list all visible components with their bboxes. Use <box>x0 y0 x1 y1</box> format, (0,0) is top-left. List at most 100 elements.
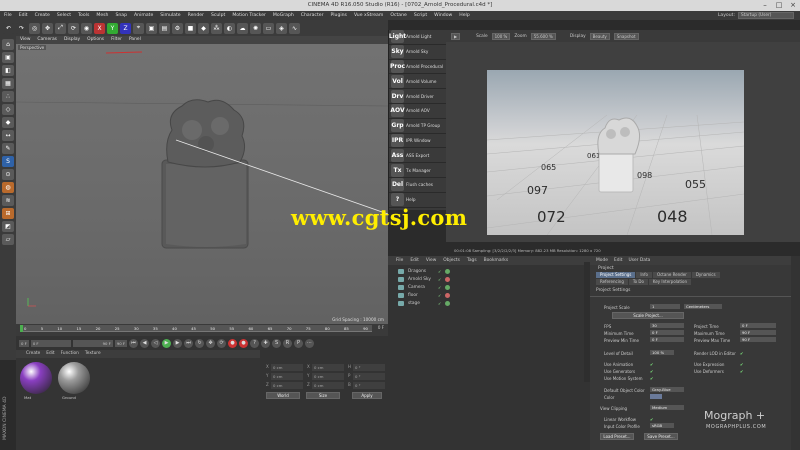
object-row[interactable]: Arnold Sky ✓ <box>388 275 590 283</box>
play-backwards-icon[interactable]: ◁ <box>151 338 161 348</box>
attribute-tab[interactable]: Referencing <box>596 279 628 285</box>
coord-field[interactable]: 0 cm <box>271 364 303 371</box>
menu-item[interactable]: Vue xStream <box>354 11 383 20</box>
arnold-shelf-item[interactable]: Proc Arnold Procedural <box>389 59 446 75</box>
lod-field[interactable]: 100 % <box>650 350 674 355</box>
edges-mode-icon[interactable]: ◇ <box>2 104 14 115</box>
arnold-shelf-item[interactable]: Vol Arnold Volume <box>389 74 446 90</box>
snapshot-button[interactable]: Snapshot <box>613 32 639 40</box>
max-frame-field[interactable]: 90 F <box>72 339 113 347</box>
fps-field[interactable]: 30 <box>650 323 684 328</box>
param-key-icon[interactable]: P <box>294 338 304 348</box>
attribute-menu-item[interactable]: Mode <box>596 256 608 265</box>
points-mode-icon[interactable]: ∴ <box>2 91 14 102</box>
attribute-menu-item[interactable]: User Data <box>628 256 650 265</box>
coord-field[interactable]: 0 cm <box>312 382 344 389</box>
object-menu-item[interactable]: Edit <box>410 256 419 265</box>
polygons-mode-icon[interactable]: ◆ <box>2 117 14 128</box>
menu-item[interactable]: Snap <box>115 11 127 20</box>
workplane-icon[interactable]: ▦ <box>2 78 14 89</box>
enable-snap-icon[interactable]: ⊙ <box>2 169 14 180</box>
min-frame-field[interactable]: 0 F <box>30 339 71 347</box>
material-swatch[interactable]: Mat <box>18 362 54 402</box>
object-row[interactable]: Dragons ✓ <box>388 267 590 275</box>
menu-item[interactable]: Create <box>35 11 50 20</box>
end-frame-field[interactable]: 90 F <box>114 339 128 347</box>
coord-field[interactable]: 0 ° <box>353 364 385 371</box>
zoom-field[interactable]: 55.600 % <box>530 32 556 40</box>
record-icon[interactable]: ● <box>228 338 238 348</box>
autokey-icon[interactable]: ● <box>239 338 249 348</box>
spline-icon[interactable]: ∿ <box>289 22 300 34</box>
visibility-check-icon[interactable]: ✓ <box>438 293 441 298</box>
soft-selection-icon[interactable]: ≋ <box>2 195 14 206</box>
material-swatch[interactable]: Ground <box>56 362 92 402</box>
attribute-tab[interactable]: Octane Render <box>652 272 691 278</box>
menu-item[interactable]: Octane <box>390 11 407 20</box>
coord-field[interactable]: 0 cm <box>271 373 303 380</box>
project-scale-field[interactable]: 1 <box>650 304 680 309</box>
attribute-tab[interactable]: To Do <box>628 279 648 285</box>
min-time-field[interactable]: 0 F <box>650 330 684 335</box>
apply-button[interactable]: Apply <box>352 392 382 399</box>
make-editable-icon[interactable]: ⌂ <box>2 39 14 50</box>
scene-icon[interactable]: ☁ <box>237 22 248 34</box>
sculpt-icon[interactable]: ◍ <box>2 182 14 193</box>
project-scale-unit-dropdown[interactable]: Centimeters <box>684 304 722 309</box>
material-menu-item[interactable]: Create <box>26 350 40 358</box>
arnold-shelf-item[interactable]: IPR IPR Window <box>389 133 446 149</box>
linear-workflow-checkbox[interactable]: ✔ <box>650 417 653 422</box>
use-motion-checkbox[interactable]: ✔ <box>650 376 653 381</box>
coord-field[interactable]: 0 cm <box>312 364 344 371</box>
preview-max-field[interactable]: 90 F <box>740 337 776 342</box>
start-frame-field[interactable]: 0 F <box>19 339 29 347</box>
attribute-tab[interactable]: Info <box>636 272 652 278</box>
keyframe-selection-icon[interactable]: ? <box>250 338 260 348</box>
menu-item[interactable]: File <box>4 11 12 20</box>
play-icon[interactable]: ▶ <box>162 338 172 348</box>
coord-field[interactable]: 0 cm <box>312 373 344 380</box>
object-menu-item[interactable]: View <box>426 256 436 265</box>
render-picture-viewer-icon[interactable]: ▤ <box>159 22 170 34</box>
display-dropdown[interactable]: Beauty <box>589 32 610 40</box>
loop-icon[interactable]: ↻ <box>195 338 205 348</box>
move-icon[interactable]: ✥ <box>42 22 53 34</box>
go-to-start-icon[interactable]: ⏮ <box>129 338 139 348</box>
max-time-field[interactable]: 90 F <box>740 330 776 335</box>
menu-item[interactable]: Help <box>459 11 469 20</box>
arnold-shelf-item[interactable]: AOV Arnold AOV <box>389 104 446 119</box>
use-deformers-checkbox[interactable]: ✔ <box>740 369 743 374</box>
layout-dropdown[interactable]: Startup (User) <box>738 12 794 19</box>
menu-item[interactable]: Animate <box>134 11 153 20</box>
menu-item[interactable]: Tools <box>78 11 89 20</box>
arnold-shelf-item[interactable]: Tx Tx Manager <box>389 163 446 178</box>
object-menu-item[interactable]: Tags <box>467 256 477 265</box>
menu-item[interactable]: Sculpt <box>211 11 225 20</box>
object-menu-item[interactable]: Objects <box>443 256 460 265</box>
floor-icon[interactable]: ▭ <box>263 22 274 34</box>
coord-size-dropdown[interactable]: Size <box>306 392 340 399</box>
y-axis-icon[interactable]: Y <box>107 22 118 34</box>
color-swatch[interactable] <box>650 394 662 399</box>
coord-field[interactable]: 0 ° <box>353 382 385 389</box>
play-icon[interactable]: ▶ <box>451 32 461 40</box>
recent-tool-icon[interactable]: ◉ <box>81 22 92 34</box>
minimize-button[interactable]: – <box>758 0 772 11</box>
arnold-shelf-item[interactable]: Light Arnold Light <box>389 30 446 45</box>
object-menu-item[interactable]: Bookmarks <box>484 256 509 265</box>
live-select-icon[interactable]: ◎ <box>29 22 40 34</box>
use-animation-checkbox[interactable]: ✔ <box>650 362 653 367</box>
menu-item[interactable]: Render <box>188 11 204 20</box>
viewport-menu-item[interactable]: Filter <box>111 36 122 44</box>
arnold-shelf-item[interactable]: Drv Arnold Driver <box>389 89 446 104</box>
camera-icon[interactable]: ◐ <box>224 22 235 34</box>
load-preset-button[interactable]: Load Preset... <box>600 433 634 440</box>
menu-item[interactable]: Motion Tracker <box>232 11 266 20</box>
menu-item[interactable]: Window <box>434 11 452 20</box>
menu-item[interactable]: MoGraph <box>273 11 294 20</box>
material-menu-item[interactable]: Function <box>61 350 79 358</box>
render-settings-icon[interactable]: ⚙ <box>172 22 183 34</box>
attribute-tab[interactable]: Project Settings <box>596 272 636 278</box>
use-generators-checkbox[interactable]: ✔ <box>650 369 653 374</box>
viewport-menu-item[interactable]: Panel <box>129 36 141 44</box>
